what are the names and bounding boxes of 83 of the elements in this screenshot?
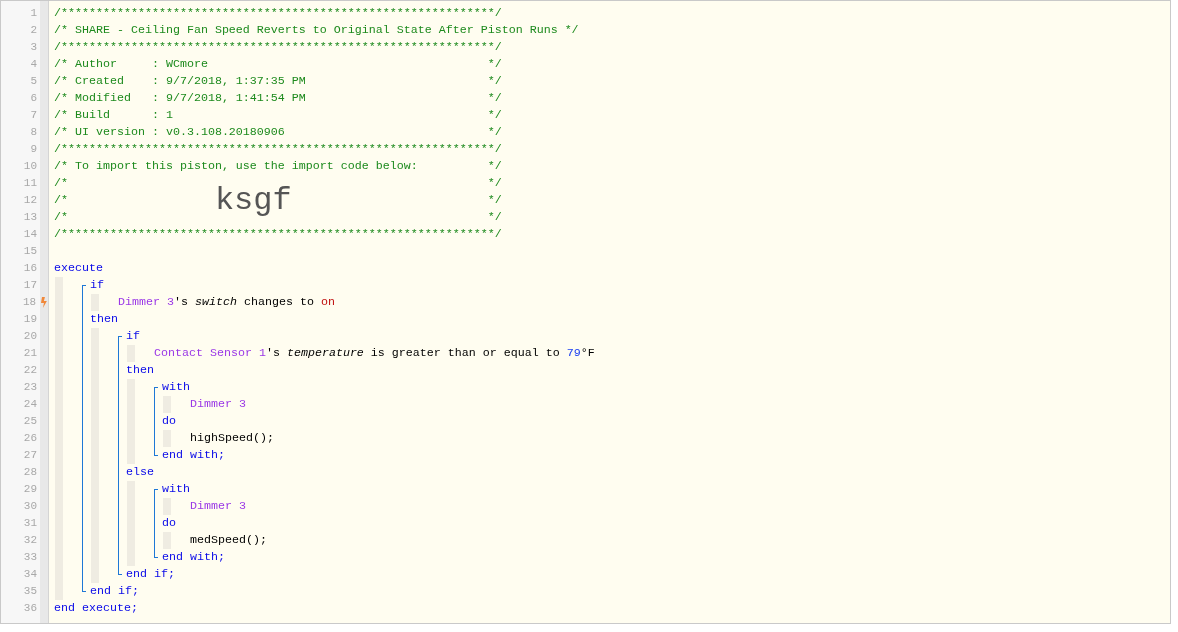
- line-number: 29: [22, 482, 37, 497]
- line-number: 3: [29, 40, 37, 55]
- line-number: 16: [22, 261, 37, 276]
- code-line: Dimmer 3: [190, 396, 246, 413]
- code-line: do: [162, 413, 176, 430]
- comment-end: */: [487, 158, 502, 175]
- line-number: 15: [22, 244, 37, 259]
- line-number: 2: [29, 23, 37, 38]
- code-line: end if;: [90, 583, 139, 600]
- comment-line: /* Created : 9/7/2018, 1:37:35 PM: [54, 73, 306, 90]
- line-number: 14: [22, 227, 37, 242]
- line-number: 35: [22, 584, 37, 599]
- comment-end: */: [487, 73, 502, 90]
- line-number: 30: [22, 499, 37, 514]
- line-number: 11: [22, 176, 37, 191]
- line-number: 36: [22, 601, 37, 616]
- comment-line: /* SHARE - Ceiling Fan Speed Reverts to Original State After Piston Runs */: [54, 22, 579, 39]
- line-number: 4: [29, 57, 37, 72]
- code-line: Dimmer 3's switch changes to on: [118, 294, 335, 311]
- line-number: 1: [29, 6, 37, 21]
- block-bracket: [154, 387, 158, 456]
- code-line: if: [90, 277, 104, 294]
- comment-line: /* UI version : v0.3.108.20180906: [54, 124, 285, 141]
- comment-end: */: [487, 209, 502, 226]
- line-number: 18: [21, 295, 37, 310]
- line-number: 21: [22, 346, 37, 361]
- comment-line: /* To import this piston, use the import code below:: [54, 158, 418, 175]
- line-number: 6: [29, 91, 37, 106]
- line-number: 7: [29, 108, 37, 123]
- line-number: 33: [22, 550, 37, 565]
- code-line: then: [126, 362, 154, 379]
- line-number: 12: [22, 193, 37, 208]
- comment-line: /* Build : 1: [54, 107, 173, 124]
- line-number: 28: [22, 465, 37, 480]
- block-bracket: [154, 489, 158, 558]
- line-number: 24: [22, 397, 37, 412]
- line-number: 27: [22, 448, 37, 463]
- comment-line: /**************************************************************/: [54, 141, 502, 158]
- code-line: with: [162, 379, 190, 396]
- line-number: 8: [29, 125, 37, 140]
- line-number: 5: [29, 74, 37, 89]
- line-number: 20: [22, 329, 37, 344]
- line-number: 10: [22, 159, 37, 174]
- comment-line: /*: [54, 192, 69, 209]
- line-number: 9: [29, 142, 37, 157]
- line-number: 31: [22, 516, 37, 531]
- code-line: do: [162, 515, 176, 532]
- code-line: else: [126, 464, 154, 481]
- comment-line: /* Author : WCmore: [54, 56, 208, 73]
- comment-end: */: [487, 192, 502, 209]
- line-number: 32: [22, 533, 37, 548]
- comment-line: /*: [54, 209, 68, 226]
- code-line: execute: [54, 260, 103, 277]
- comment-end: */: [487, 107, 502, 124]
- code-line: Dimmer 3: [190, 498, 246, 515]
- line-number: 25: [22, 414, 37, 429]
- line-number: 26: [22, 431, 37, 446]
- line-number: 17: [22, 278, 37, 293]
- comment-end: */: [487, 175, 502, 192]
- code-line: with: [162, 481, 190, 498]
- code-line: end if;: [126, 566, 175, 583]
- comment-end: */: [487, 90, 502, 107]
- comment-line: /**************************************************************/: [54, 5, 502, 22]
- code-line: then: [90, 311, 118, 328]
- comment-end: */: [487, 56, 502, 73]
- comment-line: /**************************************************************/: [54, 226, 502, 243]
- code-line: highSpeed();: [190, 430, 274, 447]
- line-number: 23: [22, 380, 37, 395]
- line-number: 22: [22, 363, 37, 378]
- comment-line: /* Modified : 9/7/2018, 1:41:54 PM: [54, 90, 306, 107]
- line-number: 13: [22, 210, 37, 225]
- comment-line: /**************************************************************/: [54, 39, 502, 56]
- code-line: end execute;: [54, 600, 138, 617]
- code-line: if: [126, 328, 140, 345]
- code-line: Contact Sensor 1's temperature is greater than or equal to 79°F: [154, 345, 595, 362]
- code-line: medSpeed();: [190, 532, 267, 549]
- comment-end: */: [487, 124, 502, 141]
- comment-line: /*: [54, 175, 68, 192]
- code-line: end with;: [162, 447, 225, 464]
- code-line: end with;: [162, 549, 225, 566]
- line-number: 19: [22, 312, 37, 327]
- line-number: 34: [22, 567, 37, 582]
- import-code: ksgf: [214, 186, 292, 216]
